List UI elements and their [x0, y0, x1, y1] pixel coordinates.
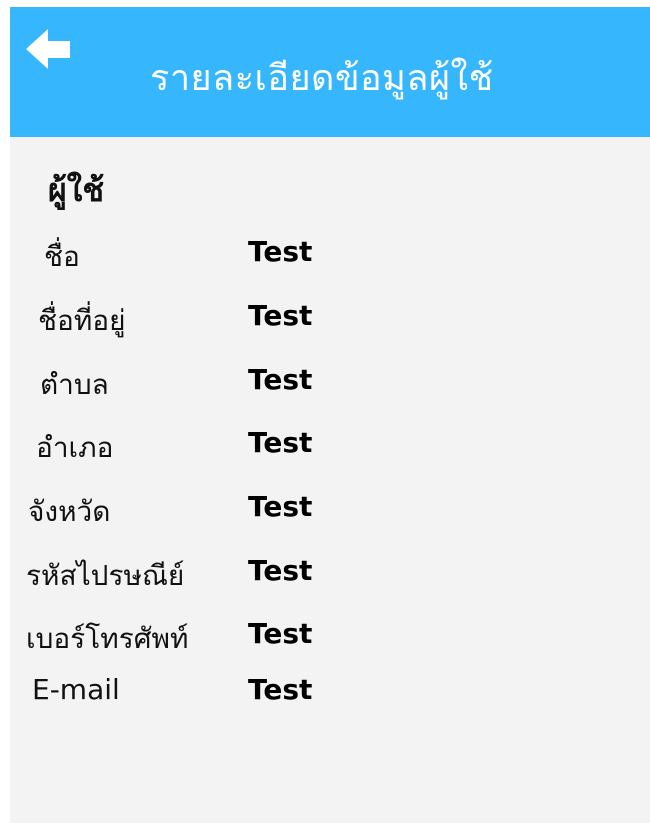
user-detail-screen: รายละเอียดข้อมูลผู้ใช้ ผู้ใช้ ชื่อ Test …	[10, 7, 650, 823]
label-province: จังหวัด	[28, 495, 111, 528]
label-postal-code: รหัสไปรษณีย์	[26, 559, 185, 592]
arrow-left-icon	[26, 29, 70, 69]
page-title: รายละเอียดข้อมูลผู้ใช้	[150, 58, 494, 99]
section-title-user: ผู้ใช้	[48, 171, 105, 209]
label-email: E-mail	[32, 673, 120, 706]
label-phone: เบอร์โทรศัพท์	[26, 622, 189, 655]
value-postal-code: Test	[248, 554, 313, 587]
label-district: อำเภอ	[36, 431, 114, 464]
label-name: ชื่อ	[44, 240, 80, 273]
value-district: Test	[248, 426, 313, 459]
value-phone: Test	[248, 617, 313, 650]
value-province: Test	[248, 490, 313, 523]
app-header: รายละเอียดข้อมูลผู้ใช้	[10, 7, 650, 137]
label-subdistrict: ตำบล	[40, 368, 109, 401]
back-button[interactable]	[24, 25, 74, 75]
label-address: ชื่อที่อยู่	[38, 304, 126, 337]
value-email: Test	[248, 673, 313, 706]
value-address: Test	[248, 299, 313, 332]
value-subdistrict: Test	[248, 363, 313, 396]
value-name: Test	[248, 235, 313, 268]
